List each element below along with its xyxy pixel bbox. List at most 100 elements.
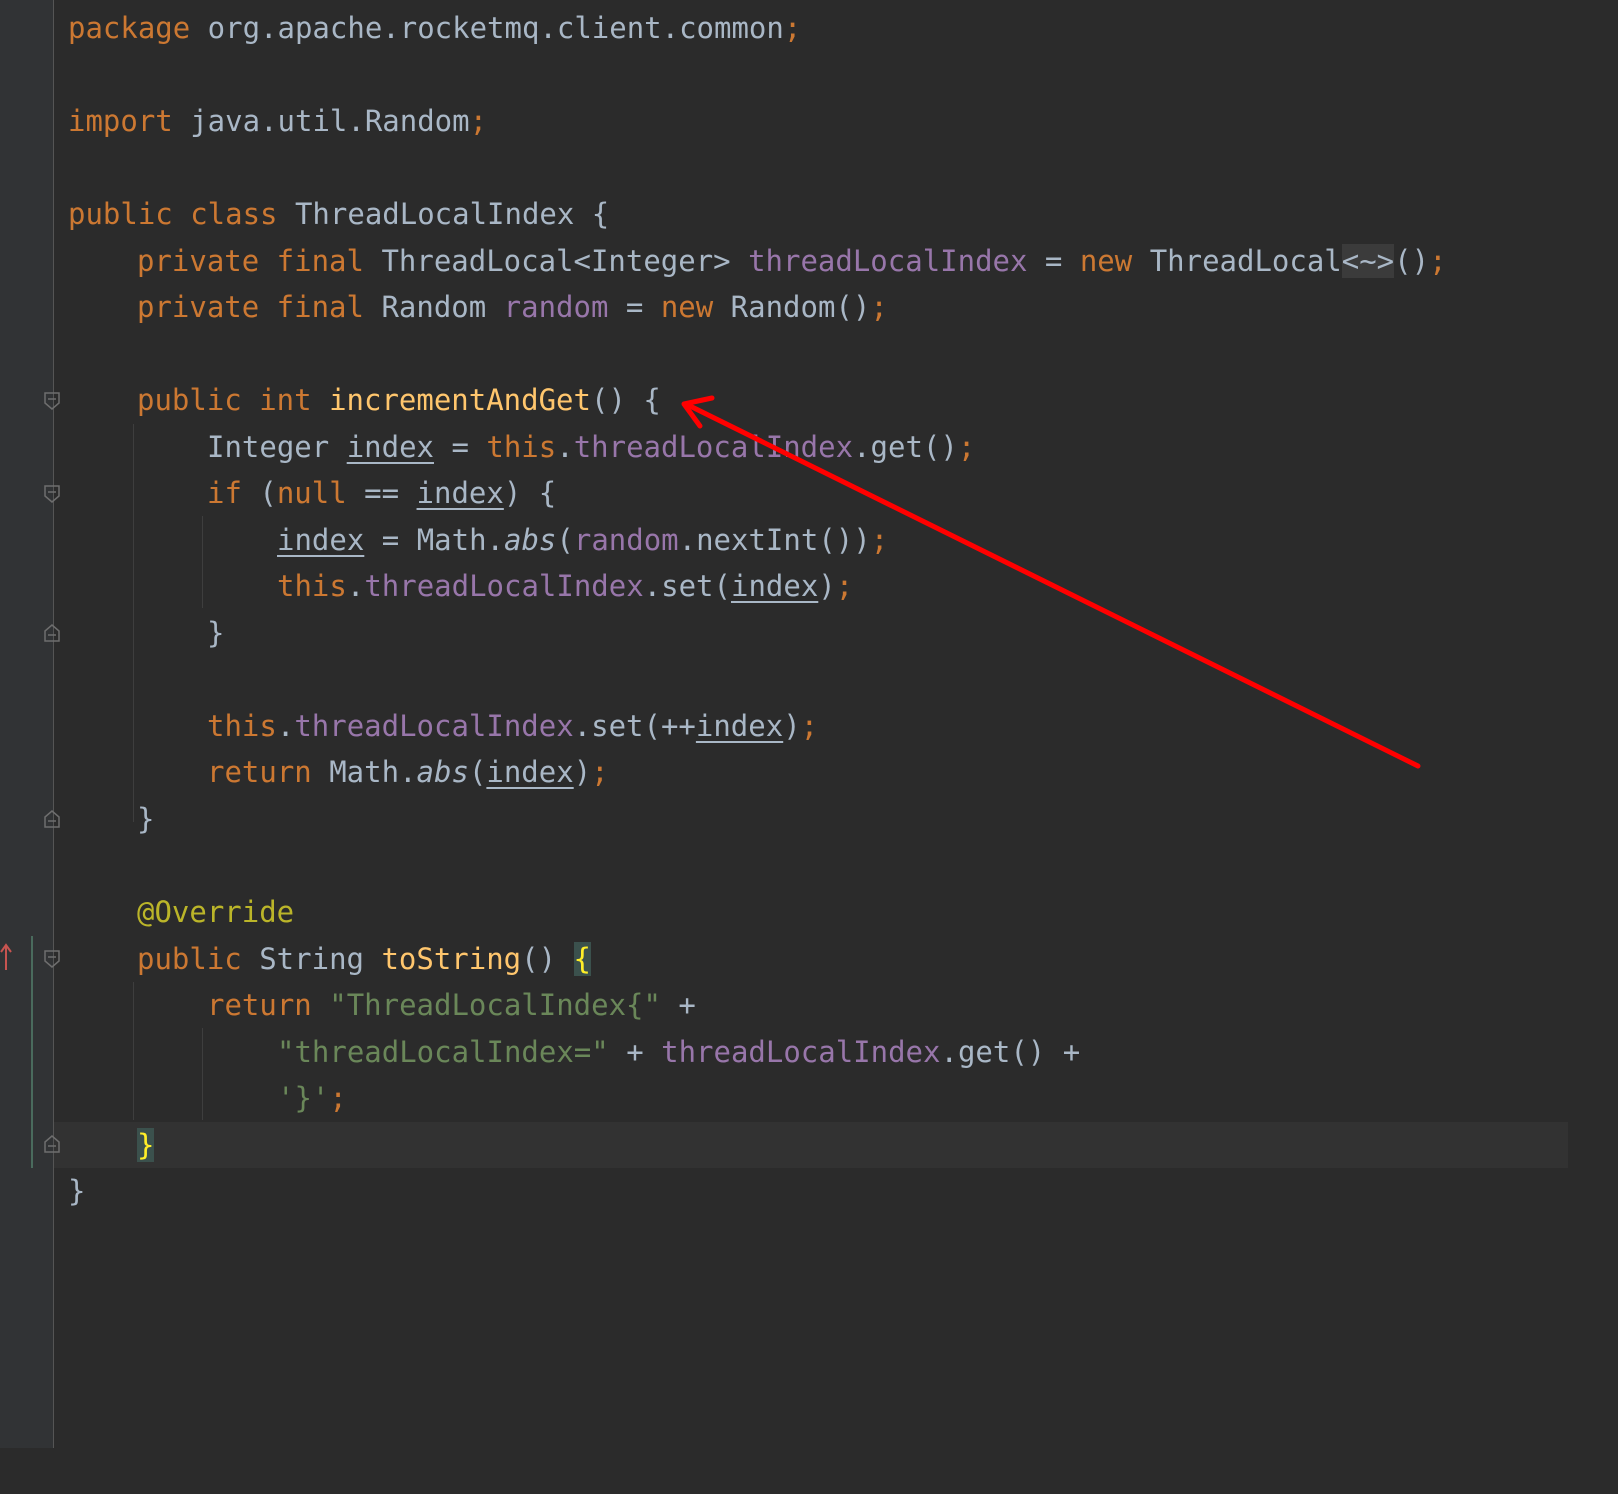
- keyword: return: [207, 988, 312, 1022]
- method-name: incrementAndGet: [329, 383, 591, 417]
- code-text: =: [1027, 244, 1080, 278]
- code-text: Random: [363, 290, 504, 324]
- code-text: }: [137, 802, 155, 836]
- code-line-set-increment[interactable]: this.threadLocalIndex.set(++index);: [207, 703, 818, 749]
- code-text: ThreadLocal<Integer>: [363, 244, 749, 278]
- code-line-class-declaration[interactable]: public class ThreadLocalIndex {: [68, 191, 609, 237]
- keyword: return: [207, 755, 312, 789]
- code-text: .: [346, 569, 365, 603]
- diamond-operator-hint: <~>: [1341, 244, 1395, 278]
- fold-collapse-icon[interactable]: [44, 392, 60, 410]
- indent-guide: [133, 424, 134, 822]
- variable-name: index: [277, 523, 365, 557]
- code-line-method-incrementandget[interactable]: public int incrementAndGet() {: [137, 377, 661, 423]
- keyword: if: [207, 476, 242, 510]
- code-editor[interactable]: package org.apache.rocketmq.client.commo…: [0, 0, 1568, 1448]
- keyword: private final: [137, 290, 364, 324]
- variable-name: index: [730, 569, 819, 603]
- code-text: (: [468, 755, 487, 789]
- code-text: ThreadLocal: [1132, 244, 1342, 278]
- field-name: threadLocalIndex: [748, 244, 1028, 278]
- field-name: threadLocalIndex: [294, 709, 574, 743]
- keyword: this: [486, 430, 557, 464]
- code-text: .: [276, 709, 295, 743]
- keyword: new: [660, 290, 714, 324]
- code-text: (): [1394, 244, 1430, 278]
- string-literal: "threadLocalIndex=": [277, 1035, 609, 1069]
- code-text: () {: [590, 383, 661, 417]
- current-line-highlight: [54, 1122, 1568, 1168]
- code-line-index-declaration[interactable]: Integer index = this.threadLocalIndex.ge…: [207, 424, 975, 470]
- static-method: abs: [416, 755, 469, 789]
- keyword: public class: [68, 197, 278, 231]
- code-text: }: [68, 1174, 86, 1208]
- string-literal: '}': [277, 1081, 330, 1115]
- semicolon: ;: [870, 290, 888, 324]
- indent-guide: [133, 982, 134, 1120]
- variable-name: index: [695, 709, 784, 743]
- code-text: ) {: [503, 476, 557, 510]
- code-text: (: [556, 523, 574, 557]
- code-text: .nextInt()): [678, 523, 871, 557]
- code-line-package[interactable]: package org.apache.rocketmq.client.commo…: [68, 5, 801, 51]
- code-line-concat-brace[interactable]: '}';: [277, 1075, 347, 1121]
- string-literal: "ThreadLocalIndex{": [329, 988, 661, 1022]
- code-line-field-random[interactable]: private final Random random = new Random…: [137, 284, 888, 330]
- variable-name: index: [346, 430, 434, 464]
- code-line-if-close[interactable]: }: [207, 610, 224, 656]
- keyword: public int: [137, 383, 312, 417]
- keyword: package: [68, 11, 191, 45]
- code-line-if-null[interactable]: if (null == index) {: [207, 470, 556, 516]
- code-line-return-abs[interactable]: return Math.abs(index);: [207, 749, 609, 795]
- keyword: new: [1079, 244, 1133, 278]
- code-text: .set(: [643, 569, 731, 603]
- code-text: }: [207, 616, 225, 650]
- matched-brace: }: [137, 1128, 155, 1162]
- code-line-override-annotation[interactable]: @Override: [137, 889, 294, 935]
- fold-end-icon[interactable]: [44, 624, 60, 642]
- keyword: private final: [137, 244, 364, 278]
- method-name: toString: [381, 942, 522, 976]
- code-text: +: [608, 1035, 662, 1069]
- code-line-index-assign[interactable]: index = Math.abs(random.nextInt());: [277, 517, 888, 563]
- semicolon: ;: [835, 569, 854, 603]
- code-line-concat-field[interactable]: "threadLocalIndex=" + threadLocalIndex.g…: [277, 1029, 1080, 1075]
- code-text: ==: [346, 476, 417, 510]
- code-text: =: [608, 290, 661, 324]
- fold-end-icon[interactable]: [44, 1135, 60, 1153]
- code-text: .set(++: [573, 709, 696, 743]
- code-line-tostring-close[interactable]: }: [137, 1122, 155, 1168]
- annotation: @Override: [137, 895, 295, 929]
- code-line-class-close[interactable]: }: [68, 1168, 85, 1214]
- code-text: Random(): [713, 290, 871, 324]
- fold-collapse-icon[interactable]: [44, 950, 60, 968]
- code-text: =: [434, 430, 487, 464]
- code-line-method-tostring[interactable]: public String toString() {: [137, 936, 591, 982]
- code-text: .get() +: [940, 1035, 1081, 1069]
- fold-end-icon[interactable]: [44, 810, 60, 828]
- semicolon: ;: [783, 11, 802, 45]
- code-text: +: [660, 988, 696, 1022]
- code-line-field-threadlocalindex[interactable]: private final ThreadLocal<Integer> threa…: [137, 238, 1447, 284]
- code-line-set-index[interactable]: this.threadLocalIndex.set(index);: [277, 563, 853, 609]
- code-text: java.util.Random: [172, 104, 470, 138]
- code-text: .: [556, 430, 574, 464]
- semicolon: ;: [469, 104, 488, 138]
- override-up-arrow-icon[interactable]: [0, 942, 12, 972]
- semicolon: ;: [1429, 244, 1447, 278]
- code-text: ThreadLocalIndex {: [277, 197, 610, 231]
- code-line-return-string[interactable]: return "ThreadLocalIndex{" +: [207, 982, 696, 1028]
- keyword: import: [68, 104, 173, 138]
- fold-collapse-icon[interactable]: [44, 485, 60, 503]
- code-line-import[interactable]: import java.util.Random;: [68, 98, 487, 144]
- variable-name: index: [416, 476, 504, 510]
- matched-brace: {: [573, 942, 591, 976]
- semicolon: ;: [870, 523, 889, 557]
- code-line-method-close[interactable]: }: [137, 796, 154, 842]
- code-text: ): [783, 709, 801, 743]
- semicolon: ;: [957, 430, 976, 464]
- field-name: threadLocalIndex: [661, 1035, 941, 1069]
- editor-gutter: [0, 0, 54, 1448]
- code-text: ): [573, 755, 592, 789]
